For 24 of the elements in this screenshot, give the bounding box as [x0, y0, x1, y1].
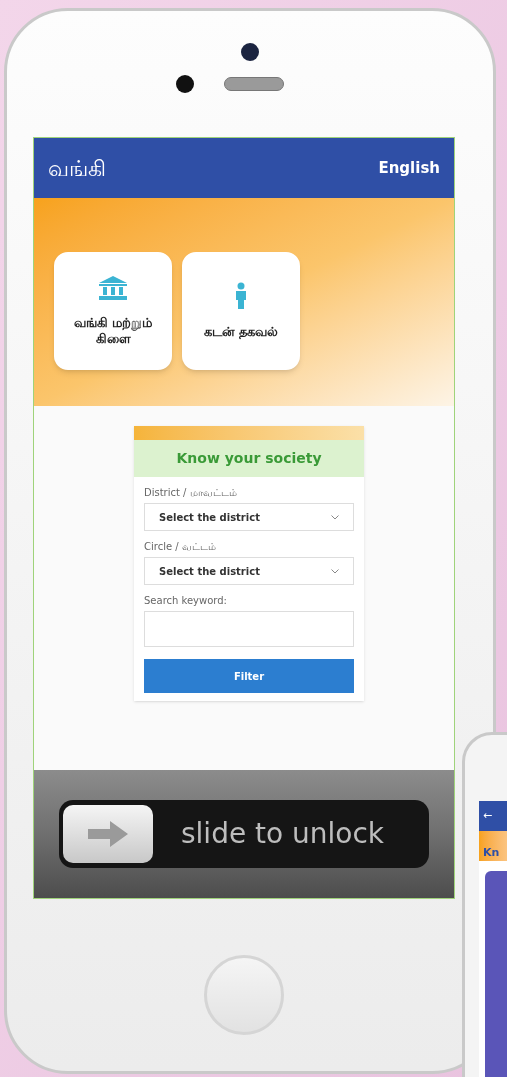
select-field[interactable]: Select the district	[144, 503, 354, 531]
camera-icon	[241, 43, 259, 61]
partial-title: Kn	[483, 844, 500, 861]
language-link[interactable]: English	[378, 156, 440, 180]
field-label: Search keyword:	[144, 594, 228, 608]
menu-tile[interactable]: கடன் தகவல்	[182, 252, 300, 370]
bank-icon	[98, 275, 128, 301]
field-label: Circle / வட்டம்	[144, 540, 217, 554]
arrow-right-icon	[88, 821, 128, 847]
caret-icon	[331, 514, 339, 520]
sensor-icon	[176, 75, 194, 93]
caret-icon	[331, 568, 339, 574]
app-title: வங்கி	[48, 154, 106, 183]
slider-knob[interactable]	[63, 805, 153, 863]
menu-tile[interactable]: வங்கி மற்றும் கிளை	[54, 252, 172, 370]
select-field[interactable]: Select the district	[144, 557, 354, 585]
person-icon	[234, 282, 248, 310]
keyword-input-field[interactable]	[144, 611, 354, 647]
speaker-grille	[224, 77, 284, 91]
field-label: District / மாவட்டம்	[144, 486, 238, 500]
filter-button[interactable]: Filter	[144, 659, 354, 693]
slide-to-unlock-track[interactable]: slide to unlock	[59, 800, 429, 868]
unlock-text: slide to unlock	[181, 816, 385, 852]
form-title: Know your society	[176, 449, 322, 468]
